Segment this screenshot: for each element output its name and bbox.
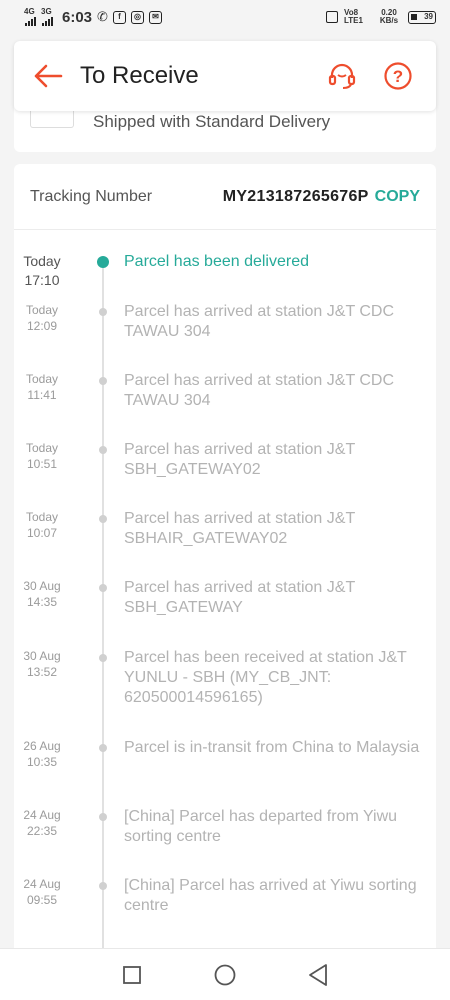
facebook-icon: f bbox=[112, 10, 126, 24]
event-datetime: Today 10:07 bbox=[25, 510, 59, 540]
current-status-dot bbox=[97, 256, 109, 268]
app-header: To Receive ? bbox=[14, 41, 436, 111]
triangle-back-icon bbox=[308, 963, 327, 986]
tracking-number-label: Tracking Number bbox=[30, 187, 153, 205]
event-description: Parcel has been received at station J&T … bbox=[124, 649, 407, 706]
system-nav-bar bbox=[0, 948, 450, 1000]
headset-icon bbox=[328, 63, 356, 89]
network-4g-label: 4G bbox=[24, 7, 35, 16]
whatsapp-icon: ✆ bbox=[97, 9, 108, 24]
event-datetime: Today 10:51 bbox=[25, 441, 59, 471]
volte-indicator: Vo8 LTE1 bbox=[344, 8, 363, 25]
event-datetime: 26 Aug 10:35 bbox=[23, 739, 61, 769]
tracking-number-row: Tracking Number MY213187265676P COPY bbox=[14, 164, 436, 230]
event-description: Parcel has arrived at station J&T SBH_GA… bbox=[124, 441, 355, 478]
page-title: To Receive bbox=[80, 62, 199, 89]
tracking-card: Tracking Number MY213187265676P COPY Tod… bbox=[14, 164, 436, 954]
network-3g-indicator: 3G bbox=[41, 8, 53, 26]
network-speed: 0.20 KB/s bbox=[379, 8, 399, 25]
network-3g-label: 3G bbox=[41, 7, 52, 16]
event-description: Parcel is in-transit from China to Malay… bbox=[124, 739, 420, 756]
vibrate-icon bbox=[326, 11, 338, 23]
event-description: Parcel has arrived at station J&T CDC TA… bbox=[124, 303, 395, 340]
timeline-line bbox=[102, 262, 104, 954]
timeline-dot bbox=[99, 515, 107, 523]
back-button[interactable] bbox=[28, 56, 68, 96]
shipping-info-card: Shipped with Standard Delivery bbox=[14, 104, 436, 152]
timeline-dot bbox=[99, 882, 107, 890]
event-datetime: 30 Aug 14:35 bbox=[23, 579, 61, 609]
help-button[interactable]: ? bbox=[380, 58, 416, 94]
circle-icon bbox=[214, 964, 236, 985]
timeline-dot bbox=[99, 446, 107, 454]
customer-support-button[interactable] bbox=[324, 58, 360, 94]
battery-icon: 39 bbox=[408, 10, 436, 24]
event-datetime: Today 17:10 bbox=[23, 253, 61, 288]
event-datetime: Today 11:41 bbox=[25, 372, 59, 402]
event-datetime: 24 Aug 09:55 bbox=[23, 877, 61, 907]
timeline-dot bbox=[99, 813, 107, 821]
clock: 6:03 bbox=[62, 8, 93, 26]
event-datetime: 30 Aug 13:52 bbox=[23, 649, 61, 679]
mail-icon: ✉ bbox=[148, 10, 162, 24]
timeline-dot bbox=[99, 654, 107, 662]
recent-apps-button[interactable] bbox=[116, 959, 148, 991]
timeline-dot bbox=[99, 744, 107, 752]
event-description: Parcel has been delivered bbox=[124, 253, 310, 270]
event-description: [China] Parcel has departed from Yiwu so… bbox=[124, 808, 398, 845]
tracking-number-value: MY213187265676P bbox=[222, 187, 369, 205]
network-4g-indicator: 4G bbox=[24, 8, 36, 26]
copy-tracking-button[interactable]: COPY bbox=[375, 188, 420, 206]
status-bar: 4G 3G 6:03 ✆ f ◎ ✉ Vo8 LTE1 0.20 KB/s 39 bbox=[0, 0, 450, 34]
back-arrow-icon bbox=[34, 64, 63, 88]
shipping-method: Shipped with Standard Delivery bbox=[93, 112, 331, 131]
timeline-dot bbox=[99, 584, 107, 592]
event-description: [China] Parcel has arrived at Yiwu sorti… bbox=[124, 877, 417, 914]
home-button[interactable] bbox=[209, 959, 241, 991]
help-icon: ? bbox=[384, 62, 412, 90]
timeline-dot bbox=[99, 377, 107, 385]
event-description: Parcel has arrived at station J&T SBHAIR… bbox=[124, 510, 355, 547]
timeline-dot bbox=[99, 308, 107, 316]
event-description: Parcel has arrived at station J&T SBH_GA… bbox=[124, 579, 355, 616]
event-description: Parcel has arrived at station J&T CDC TA… bbox=[124, 372, 395, 409]
app-notification-icon: ◎ bbox=[130, 10, 144, 24]
event-datetime: 24 Aug 22:35 bbox=[23, 808, 61, 838]
svg-text:?: ? bbox=[393, 67, 403, 86]
square-icon bbox=[123, 965, 142, 984]
event-datetime: Today 12:09 bbox=[25, 303, 59, 333]
back-nav-button[interactable] bbox=[302, 959, 334, 991]
